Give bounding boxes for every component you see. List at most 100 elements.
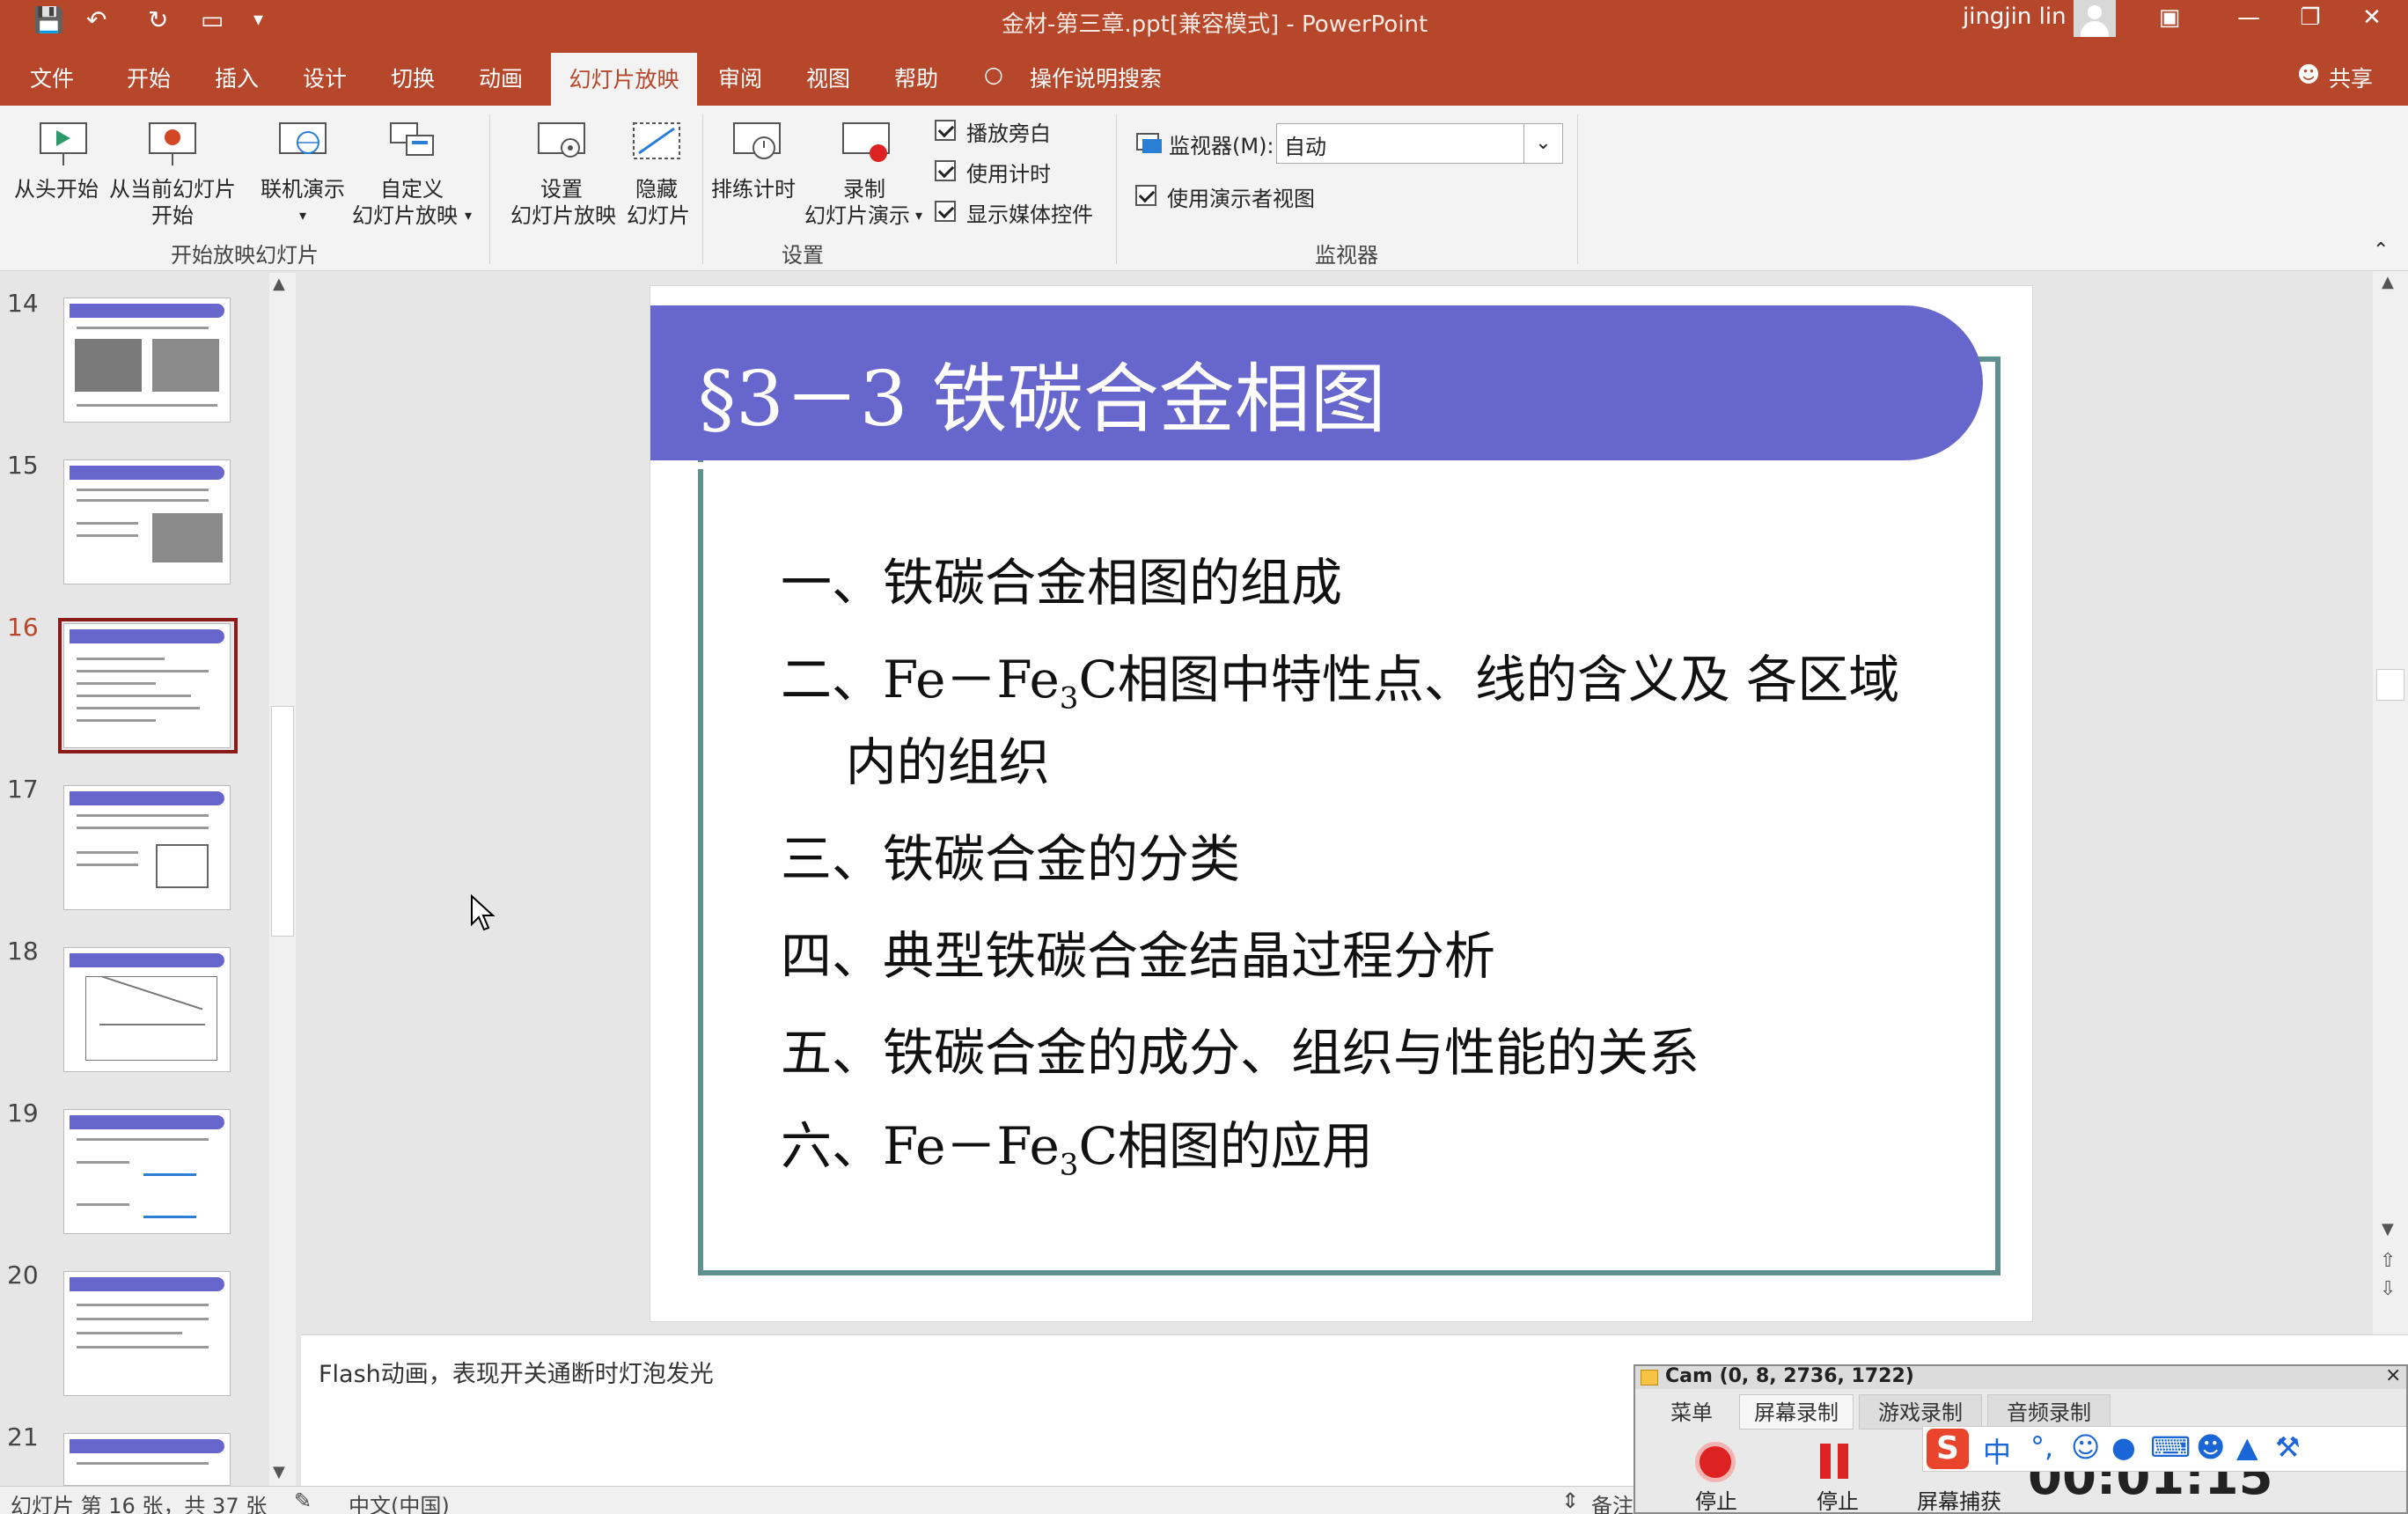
next-slide-icon[interactable]: ⇩	[2380, 1278, 2396, 1300]
ime-mode-indicator[interactable]: 中	[1983, 1430, 2011, 1471]
thumb-number: 19	[7, 1099, 39, 1128]
slide-thumbnail-17[interactable]	[63, 785, 231, 910]
play-narrations-checkbox[interactable]	[935, 120, 956, 141]
tab-review[interactable]: 审阅	[718, 62, 762, 93]
emoji-icon[interactable]: ☺	[2071, 1430, 2100, 1464]
tab-view[interactable]: 视图	[806, 62, 850, 93]
microphone-icon[interactable]: ●	[2111, 1430, 2136, 1464]
recorder-tab-game[interactable]: 游戏录制	[1859, 1394, 1982, 1429]
slide-title[interactable]: §3－3 铁碳合金相图	[698, 337, 1386, 447]
sogou-ime-icon[interactable]: S	[1927, 1429, 1969, 1469]
group-label-start: 开始放映幻灯片	[171, 243, 319, 268]
chevron-down-icon[interactable]: ⌄	[1523, 124, 1562, 163]
share-button[interactable]: 共享	[2329, 62, 2373, 93]
slide-canvas[interactable]: §3－3 铁碳合金相图 一、铁碳合金相图的组成 二、Fe－Fe3C相图中特性点、…	[650, 285, 2033, 1322]
hide-slide-button[interactable]: 隐藏	[635, 176, 678, 202]
undo-icon[interactable]: ↶	[86, 5, 106, 34]
tab-file[interactable]: 文件	[30, 62, 74, 93]
slide-thumbnail-15[interactable]	[63, 459, 231, 584]
tab-animations[interactable]: 动画	[479, 62, 523, 93]
tab-slideshow[interactable]: 幻灯片放映	[551, 53, 697, 106]
tab-home[interactable]: 开始	[127, 62, 171, 93]
slide-item-2-cont[interactable]: 内的组织	[781, 721, 1050, 795]
notes-toggle-button[interactable]: 备注	[1591, 1488, 1633, 1514]
slide-item-6[interactable]: 六、Fe－Fe3C相图的应用	[781, 1105, 1373, 1183]
from-beginning-button[interactable]: 从头开始	[14, 176, 99, 202]
ribbon-display-icon[interactable]: ▣	[2130, 0, 2209, 39]
stop-record-icon[interactable]	[1695, 1442, 1736, 1482]
online-dropdown-icon[interactable]: ▾	[299, 202, 306, 229]
play-from-start-icon	[40, 122, 87, 165]
monitor-select[interactable]: 自动 ⌄	[1276, 123, 1563, 164]
redo-icon[interactable]: ↻	[148, 5, 168, 34]
custom-dropdown-icon[interactable]: ▾	[465, 202, 472, 229]
rehearse-timings-button[interactable]: 排练计时	[711, 176, 796, 202]
slide-scrollbar[interactable]	[2373, 271, 2408, 1334]
use-timings-checkbox[interactable]	[935, 160, 956, 181]
custom-show-button[interactable]: 自定义	[380, 176, 444, 202]
record-show-button[interactable]: 录制	[843, 176, 885, 202]
avatar[interactable]	[2074, 0, 2116, 37]
recorder-tab-audio[interactable]: 音频录制	[1987, 1394, 2111, 1429]
ribbon-separator	[702, 114, 703, 264]
slide-thumbnail-18[interactable]	[63, 947, 231, 1072]
pause-button-label[interactable]: 停止	[1817, 1484, 1859, 1512]
customize-qat-icon[interactable]: ▾	[253, 9, 263, 31]
save-icon[interactable]: 💾	[33, 5, 64, 34]
slide-count: 幻灯片 第 16 张，共 37 张	[11, 1494, 268, 1514]
punctuation-icon[interactable]: °,	[2030, 1430, 2053, 1464]
notes-toggle-icon[interactable]: ⇕	[1561, 1488, 1579, 1513]
stop-button-label[interactable]: 停止	[1695, 1484, 1737, 1512]
show-media-controls-checkbox[interactable]	[935, 201, 956, 222]
scroll-down-icon[interactable]: ▼	[2382, 1220, 2394, 1238]
recorder-tab-menu[interactable]: 菜单	[1644, 1394, 1739, 1429]
user-center-icon[interactable]: ☻	[2196, 1430, 2225, 1464]
slide-thumbnail-19[interactable]	[63, 1109, 231, 1234]
slide-thumbnail-20[interactable]	[63, 1271, 231, 1396]
user-name[interactable]: jingjin lin	[1963, 4, 2067, 30]
collapse-ribbon-icon[interactable]: ⌃	[2373, 238, 2389, 264]
slide-item-4[interactable]: 四、典型铁碳合金结晶过程分析	[781, 915, 1495, 989]
recorder-tab-screen[interactable]: 屏幕录制	[1739, 1394, 1854, 1429]
play-from-current-icon	[149, 122, 196, 165]
recorder-close-icon[interactable]: ×	[2385, 1366, 2401, 1386]
slide-item-1[interactable]: 一、铁碳合金相图的组成	[781, 541, 1342, 615]
slide-thumbnail-14[interactable]	[63, 298, 231, 423]
slide-thumbnail-16[interactable]	[63, 623, 231, 748]
tab-insert[interactable]: 插入	[215, 62, 259, 93]
tab-design[interactable]: 设计	[303, 62, 347, 93]
toolbox-icon[interactable]: ⚒	[2275, 1430, 2301, 1464]
show-media-controls-label: 显示媒体控件	[966, 202, 1093, 227]
slide-scrollbar-thumb[interactable]	[2376, 669, 2404, 701]
thumbnail-scrollbar-thumb[interactable]	[271, 706, 294, 937]
online-present-button[interactable]: 联机演示	[261, 176, 345, 202]
tab-transitions[interactable]: 切换	[391, 62, 435, 93]
keyboard-icon[interactable]: ⌨	[2150, 1430, 2191, 1464]
scroll-up-icon[interactable]: ▲	[2382, 273, 2394, 291]
present-icon[interactable]: ▭	[201, 5, 224, 34]
presenter-view-checkbox[interactable]	[1135, 185, 1156, 206]
hide-slide-icon	[633, 122, 680, 159]
notes-text[interactable]: Flash动画，表现开关通断时灯泡发光	[319, 1355, 714, 1389]
language-indicator[interactable]: 中文(中国)	[349, 1488, 450, 1514]
tell-me-search[interactable]: 操作说明搜索	[1030, 62, 1162, 93]
skin-icon[interactable]: ▲	[2236, 1430, 2258, 1464]
ribbon-separator	[489, 114, 490, 264]
record-dropdown-icon[interactable]: ▾	[915, 202, 922, 229]
slide-item-3[interactable]: 三、铁碳合金的分类	[781, 818, 1240, 892]
pause-icon[interactable]	[1820, 1444, 1831, 1479]
slide-item-2[interactable]: 二、Fe－Fe3C相图中特性点、线的含义及 各区域	[781, 638, 1899, 717]
scroll-up-icon[interactable]: ▲	[273, 275, 285, 293]
setup-show-button[interactable]: 设置	[540, 176, 583, 202]
close-icon[interactable]: ✕	[2332, 0, 2408, 39]
share-icon[interactable]: ☻	[2297, 62, 2320, 87]
previous-slide-icon[interactable]: ⇧	[2380, 1250, 2396, 1272]
scroll-down-icon[interactable]: ▼	[273, 1463, 285, 1481]
from-current-button[interactable]: 从当前幻灯片	[109, 176, 236, 202]
slide-thumbnail-21[interactable]	[63, 1433, 231, 1486]
spellcheck-icon[interactable]: ✎	[294, 1488, 312, 1513]
mouse-cursor-icon	[471, 894, 496, 931]
slide-item-5[interactable]: 五、铁碳合金的成分、组织与性能的关系	[781, 1011, 1700, 1085]
tab-help[interactable]: 帮助	[894, 62, 938, 93]
screen-capture-label[interactable]: 屏幕捕获	[1917, 1484, 2001, 1512]
